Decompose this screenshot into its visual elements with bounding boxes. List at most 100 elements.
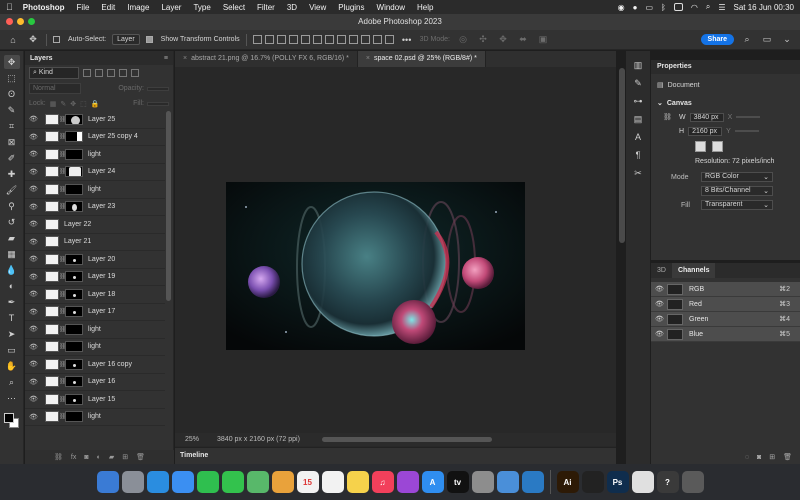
close-tab-icon[interactable]: × bbox=[366, 55, 370, 62]
3d-scale-icon[interactable]: ▣ bbox=[536, 33, 550, 47]
layer-row[interactable]: 👁 ⛓ light bbox=[25, 409, 165, 426]
quick-select-tool-icon[interactable]: ✎ bbox=[4, 103, 20, 117]
menu-item-window[interactable]: Window bbox=[377, 3, 405, 12]
layer-thumbnail[interactable] bbox=[45, 411, 59, 423]
layer-thumbnail[interactable] bbox=[45, 393, 59, 405]
distribute-horizontal-icon[interactable] bbox=[348, 35, 358, 44]
eyedropper-tool-icon[interactable]: ✐ bbox=[4, 151, 20, 165]
distribute-spacing-icon[interactable] bbox=[360, 35, 370, 44]
layer-row[interactable]: 👁 ⛓ Layer 25 bbox=[25, 111, 165, 129]
home-icon[interactable]: ⌂ bbox=[6, 33, 20, 47]
show-transform-checkbox[interactable] bbox=[145, 36, 153, 43]
screenshot-icon[interactable] bbox=[631, 471, 654, 493]
layer-style-icon[interactable]: fx bbox=[71, 454, 76, 461]
menu-item-layer[interactable]: Layer bbox=[161, 3, 181, 12]
blend-mode-dropdown[interactable]: Normal bbox=[29, 83, 81, 94]
layer-name[interactable]: Layer 20 bbox=[88, 256, 115, 263]
system-settings-icon[interactable] bbox=[471, 471, 494, 493]
filter-shape-icon[interactable] bbox=[119, 69, 127, 77]
layer-row[interactable]: 👁 ⛓ light bbox=[25, 339, 165, 356]
new-group-icon[interactable]: ▰ bbox=[109, 453, 114, 461]
layer-row[interactable]: 👁 ⛓ Layer 25 copy 4 bbox=[25, 129, 165, 146]
lock-artboard-icon[interactable]: ⬚ bbox=[80, 100, 87, 108]
tv-icon[interactable]: tv bbox=[446, 471, 469, 493]
link-layers-icon[interactable]: ⛓ bbox=[54, 453, 63, 461]
help-icon[interactable]: ? bbox=[656, 471, 679, 493]
layer-name[interactable]: Layer 16 bbox=[88, 378, 115, 385]
close-tab-icon[interactable]: × bbox=[183, 55, 187, 62]
photoshop-icon[interactable]: Ps bbox=[606, 471, 629, 493]
eye-icon[interactable]: 👁 bbox=[29, 413, 41, 421]
properties-panel-title[interactable]: Properties bbox=[651, 60, 800, 74]
layer-thumbnail[interactable] bbox=[45, 271, 59, 283]
eye-icon[interactable]: 👁 bbox=[29, 238, 41, 246]
finder-icon[interactable] bbox=[96, 471, 119, 493]
layer-mask-thumbnail[interactable] bbox=[65, 393, 83, 405]
calendar-icon[interactable]: 15 bbox=[296, 471, 319, 493]
move-tool-icon[interactable]: ✥ bbox=[26, 33, 40, 47]
adjustments-panel-icon[interactable]: ⊶ bbox=[634, 96, 643, 110]
record-icon[interactable]: ● bbox=[633, 3, 638, 12]
workspace-icon[interactable]: ▭ bbox=[760, 33, 774, 47]
layer-row[interactable]: 👁 ⛓ light bbox=[25, 146, 165, 164]
layer-name[interactable]: Layer 25 bbox=[88, 116, 115, 123]
distribute-icon[interactable] bbox=[324, 35, 334, 44]
menu-item-file[interactable]: File bbox=[77, 3, 90, 12]
document-tab-abstract[interactable]: × abstract 21.png @ 16.7% (POLLY FX 6, RG… bbox=[175, 51, 358, 67]
layer-mask-thumbnail[interactable] bbox=[65, 253, 83, 265]
hand-tool-icon[interactable]: ✋ bbox=[4, 359, 20, 373]
pen-tool-icon[interactable]: ✒ bbox=[4, 295, 20, 309]
layer-mask-thumbnail[interactable] bbox=[65, 166, 83, 178]
layer-name[interactable]: Layer 19 bbox=[88, 273, 115, 280]
canvas-vertical-scrollbar[interactable] bbox=[619, 68, 625, 243]
layer-name[interactable]: Layer 24 bbox=[88, 168, 115, 175]
3d-pan-icon[interactable]: ✥ bbox=[496, 33, 510, 47]
layer-thumbnail[interactable] bbox=[45, 341, 59, 353]
eye-icon[interactable]: 👁 bbox=[29, 150, 41, 158]
zoom-tool-icon[interactable]: ⌕ bbox=[4, 375, 20, 389]
music-icon[interactable]: ♫ bbox=[371, 471, 394, 493]
wifi-icon[interactable]: ◠ bbox=[691, 3, 698, 12]
new-layer-icon[interactable]: ⊞ bbox=[122, 453, 128, 461]
color-swatches[interactable] bbox=[3, 413, 20, 429]
mode-dropdown[interactable]: RGB Color ⌄ bbox=[701, 172, 773, 182]
layer-thumbnail[interactable] bbox=[45, 131, 59, 143]
layer-thumbnail[interactable] bbox=[45, 236, 59, 248]
menu-item-edit[interactable]: Edit bbox=[101, 3, 115, 12]
control-center-icon[interactable]: ☰ bbox=[718, 3, 725, 12]
frame-tool-icon[interactable]: ⊠ bbox=[4, 135, 20, 149]
layer-row[interactable]: 👁 ⛓ Layer 17 bbox=[25, 304, 165, 321]
mirror-icon[interactable]: ▭ bbox=[645, 3, 653, 12]
clone-stamp-tool-icon[interactable]: ⚲ bbox=[4, 199, 20, 213]
layer-name[interactable]: Layer 18 bbox=[88, 291, 115, 298]
layer-mask-thumbnail[interactable] bbox=[65, 271, 83, 283]
x-field[interactable] bbox=[736, 116, 761, 118]
eye-icon[interactable]: 👁 bbox=[29, 255, 41, 263]
eye-icon[interactable]: 👁 bbox=[29, 360, 41, 368]
document-tab-space[interactable]: × space 02.psd @ 25% (RGB/8#) * bbox=[357, 51, 486, 67]
save-selection-icon[interactable]: ◙ bbox=[757, 454, 761, 461]
auto-select-dropdown[interactable]: Layer bbox=[112, 34, 140, 45]
layer-thumbnail[interactable] bbox=[45, 288, 59, 300]
layer-row[interactable]: 👁 ⛓ Layer 16 bbox=[25, 374, 165, 391]
layer-thumbnail[interactable] bbox=[45, 201, 59, 213]
lock-paint-icon[interactable]: ✎ bbox=[60, 100, 66, 108]
layer-thumbnail[interactable] bbox=[45, 376, 59, 388]
layer-thumbnail[interactable] bbox=[45, 148, 59, 160]
align-bottom-icon[interactable] bbox=[312, 35, 322, 44]
bluetooth-icon[interactable]: ᛒ bbox=[661, 3, 666, 12]
layer-mask-thumbnail[interactable] bbox=[65, 131, 83, 143]
channel-row[interactable]: 👁 RGB ⌘2 bbox=[651, 282, 800, 297]
menu-item-select[interactable]: Select bbox=[223, 3, 245, 12]
new-channel-icon[interactable]: ⊞ bbox=[769, 453, 775, 461]
menu-item-photoshop[interactable]: Photoshop bbox=[23, 3, 65, 12]
path-selection-tool-icon[interactable]: ➤ bbox=[4, 327, 20, 341]
more-options-icon[interactable]: ••• bbox=[400, 33, 414, 47]
layer-name[interactable]: Layer 22 bbox=[64, 221, 91, 228]
canvas-section[interactable]: ⌄ Canvas bbox=[651, 96, 800, 110]
layer-name[interactable]: light bbox=[88, 151, 101, 158]
layer-row[interactable]: 👁 ⛓ Layer 24 bbox=[25, 164, 165, 181]
eye-icon[interactable]: 👁 bbox=[29, 308, 41, 316]
align-right-icon[interactable] bbox=[276, 35, 286, 44]
search-icon[interactable]: ⌕ bbox=[740, 33, 754, 47]
